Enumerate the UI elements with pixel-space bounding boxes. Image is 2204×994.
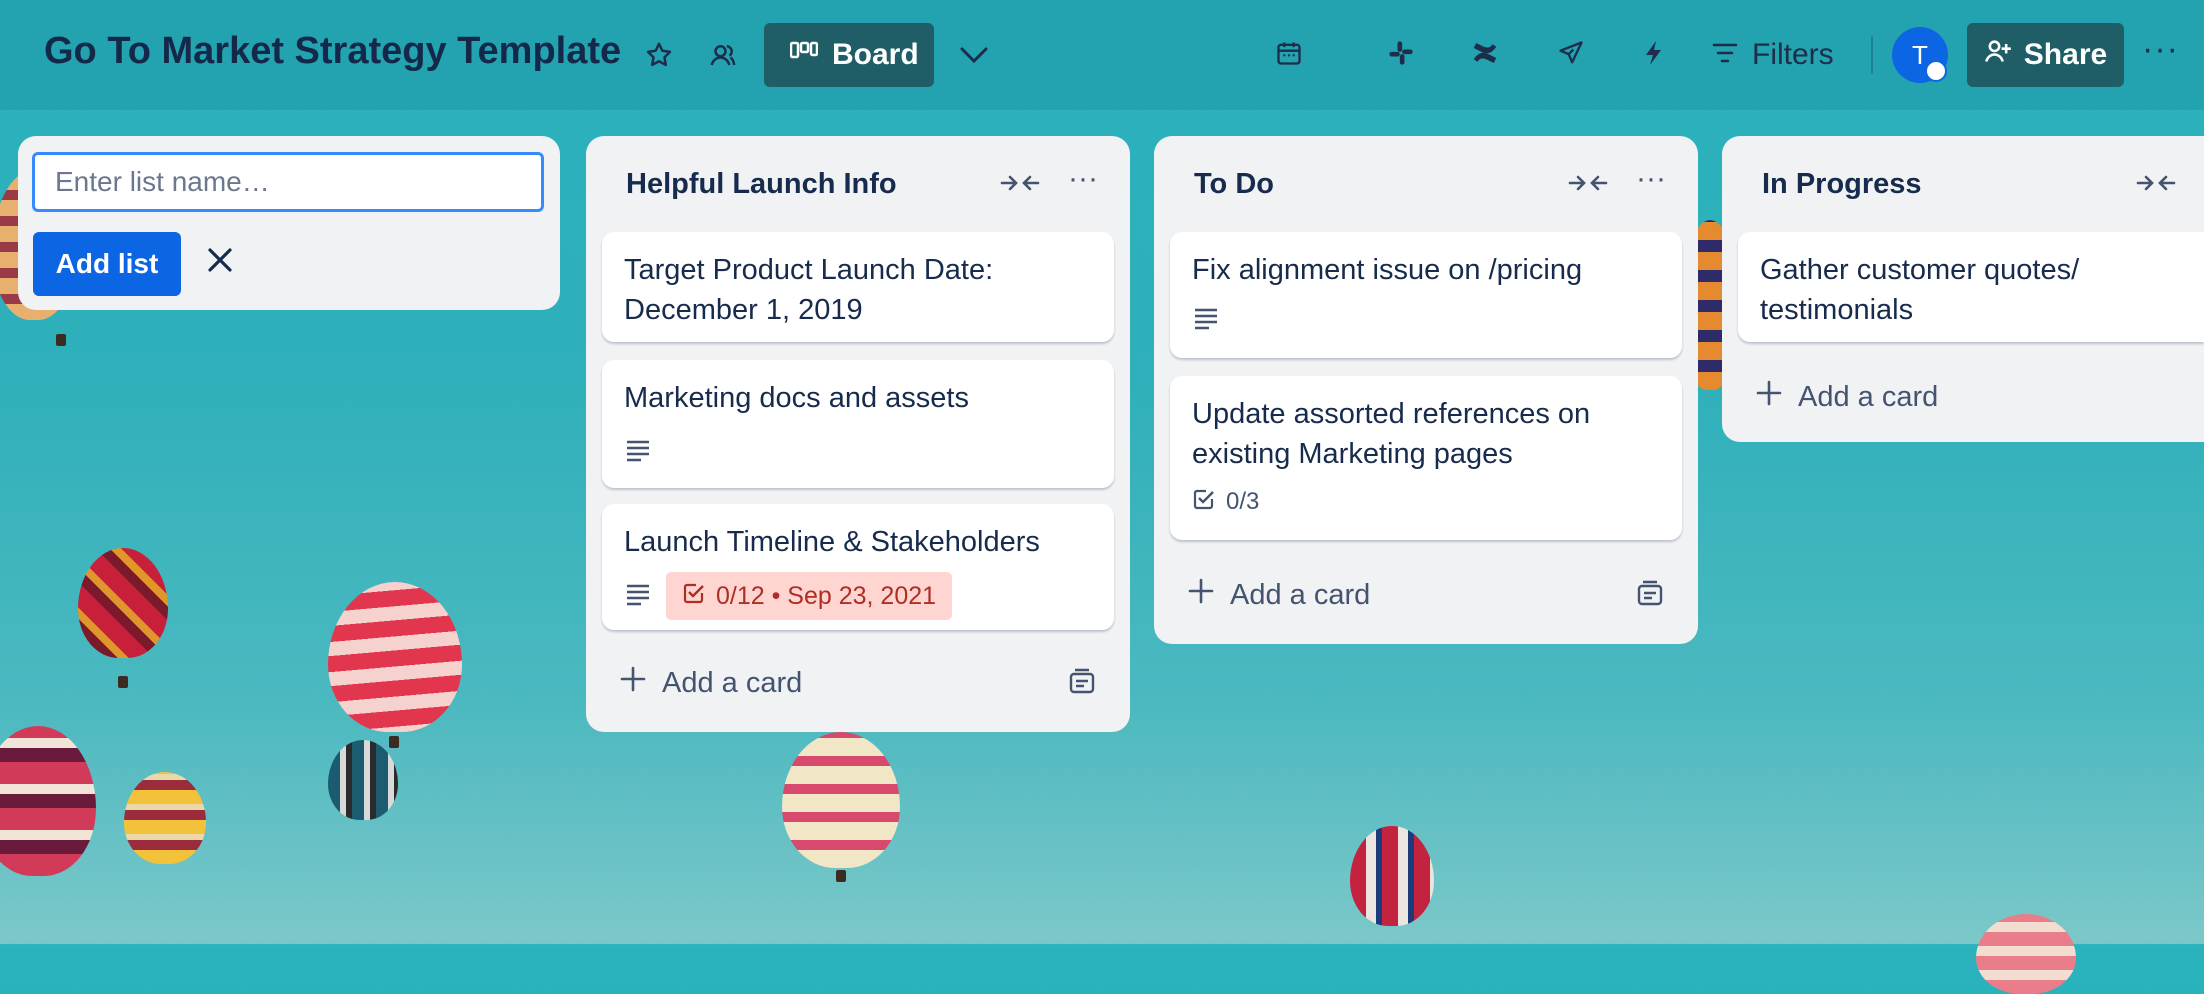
balloon-basket xyxy=(836,870,846,882)
plus-icon xyxy=(620,666,646,700)
collapse-icon[interactable] xyxy=(2136,172,2176,199)
description-icon xyxy=(624,438,652,467)
filters-button[interactable]: Filters xyxy=(1712,26,1834,84)
collapse-icon[interactable] xyxy=(1000,172,1040,199)
add-list-button[interactable]: Add list xyxy=(33,232,181,296)
board-view-label: Board xyxy=(832,38,919,71)
add-card-label: Add a card xyxy=(1230,578,1371,611)
checklist-due-text: 0/12 • Sep 23, 2021 xyxy=(716,581,937,610)
list-title[interactable]: Helpful Launch Info xyxy=(626,168,897,201)
list-title[interactable]: To Do xyxy=(1194,168,1274,201)
list-helpful-launch-info: Helpful Launch Info ··· Target Product L… xyxy=(586,136,1130,732)
template-icon[interactable] xyxy=(1636,580,1664,613)
card-title: Launch Timeline & Stakeholders xyxy=(624,526,1040,558)
board-view-button[interactable]: Board xyxy=(764,23,934,87)
add-card-button[interactable]: Add a card xyxy=(1188,578,1370,612)
board-menu-more-icon[interactable]: ··· xyxy=(2142,30,2179,69)
add-card-label: Add a card xyxy=(662,666,803,699)
more-icon[interactable]: ··· xyxy=(1068,162,1098,196)
balloon-decoration xyxy=(0,726,96,876)
confluence-icon[interactable] xyxy=(1468,36,1502,70)
card-title: Marketing docs and assets xyxy=(624,382,969,414)
add-card-label: Add a card xyxy=(1798,380,1939,413)
calendar-icon[interactable] xyxy=(1272,36,1306,70)
balloon-decoration xyxy=(78,548,168,658)
card-badges xyxy=(624,428,1092,476)
balloon-basket xyxy=(56,334,66,346)
list-in-progress: In Progress Gather customer quotes/ test… xyxy=(1722,136,2204,442)
workspace-visibility-icon[interactable] xyxy=(706,38,740,72)
description-icon xyxy=(1192,306,1220,335)
card-badges: 0/3 xyxy=(1192,478,1660,526)
rocket-icon[interactable] xyxy=(1554,36,1588,70)
list-to-do: To Do ··· Fix alignment issue on /pricin… xyxy=(1154,136,1698,644)
card[interactable]: Fix alignment issue on /pricing xyxy=(1170,232,1682,358)
card-title: Gather customer quotes/ testimonials xyxy=(1760,254,2080,326)
card[interactable]: Gather customer quotes/ testimonials xyxy=(1738,232,2204,342)
add-list-composer: Add list xyxy=(18,136,560,310)
balloon-basket xyxy=(389,736,399,748)
checklist-icon xyxy=(1192,487,1216,518)
filter-icon xyxy=(1712,38,1738,72)
board-view-icon xyxy=(789,38,819,72)
board-header: Go To Market Strategy Template Board Fil… xyxy=(0,0,2204,110)
card-badges: 0/12 • Sep 23, 2021 xyxy=(624,572,1092,620)
board-title[interactable]: Go To Market Strategy Template xyxy=(44,30,621,73)
checklist-count: 0/3 xyxy=(1226,488,1260,515)
list-title[interactable]: In Progress xyxy=(1762,168,1922,201)
checklist-badge: 0/3 xyxy=(1192,487,1259,518)
add-card-button[interactable]: Add a card xyxy=(1756,380,1938,414)
checklist-icon xyxy=(682,581,706,612)
close-icon[interactable] xyxy=(204,244,236,281)
chevron-down-icon[interactable] xyxy=(954,38,994,72)
card[interactable]: Launch Timeline & Stakeholders 0/12 • Se… xyxy=(602,504,1114,630)
balloon-decoration xyxy=(328,740,398,820)
balloon-decoration xyxy=(328,582,462,732)
slack-icon[interactable] xyxy=(1384,36,1418,70)
card[interactable]: Target Product Launch Date: December 1, … xyxy=(602,232,1114,342)
list-name-input[interactable] xyxy=(32,152,544,212)
card-title: Update assorted references on existing M… xyxy=(1192,398,1591,470)
card-title: Fix alignment issue on /pricing xyxy=(1192,254,1583,286)
plus-icon xyxy=(1188,578,1214,612)
add-person-icon xyxy=(1984,37,2012,73)
automation-icon[interactable] xyxy=(1636,36,1670,70)
balloon-decoration xyxy=(1350,826,1434,926)
admin-badge-icon xyxy=(1925,60,1947,82)
card[interactable]: Update assorted references on existing M… xyxy=(1170,376,1682,540)
template-icon[interactable] xyxy=(1068,668,1096,701)
plus-icon xyxy=(1756,380,1782,414)
add-card-button[interactable]: Add a card xyxy=(620,666,802,700)
balloon-decoration xyxy=(124,772,206,864)
star-icon[interactable] xyxy=(642,38,676,72)
balloon-decoration xyxy=(1976,914,2076,994)
share-button[interactable]: Share xyxy=(1967,23,2124,87)
header-divider xyxy=(1871,36,1873,74)
card-title: Target Product Launch Date: December 1, … xyxy=(624,254,994,326)
more-icon[interactable]: ··· xyxy=(1636,162,1666,196)
card[interactable]: Marketing docs and assets xyxy=(602,360,1114,488)
filters-label: Filters xyxy=(1752,38,1834,71)
card-badges xyxy=(1192,296,1660,344)
balloon-decoration xyxy=(782,732,900,868)
share-label: Share xyxy=(2023,38,2108,71)
checklist-due-badge[interactable]: 0/12 • Sep 23, 2021 xyxy=(666,572,953,620)
collapse-icon[interactable] xyxy=(1568,172,1608,199)
balloon-basket xyxy=(118,676,128,688)
description-icon xyxy=(624,582,652,611)
